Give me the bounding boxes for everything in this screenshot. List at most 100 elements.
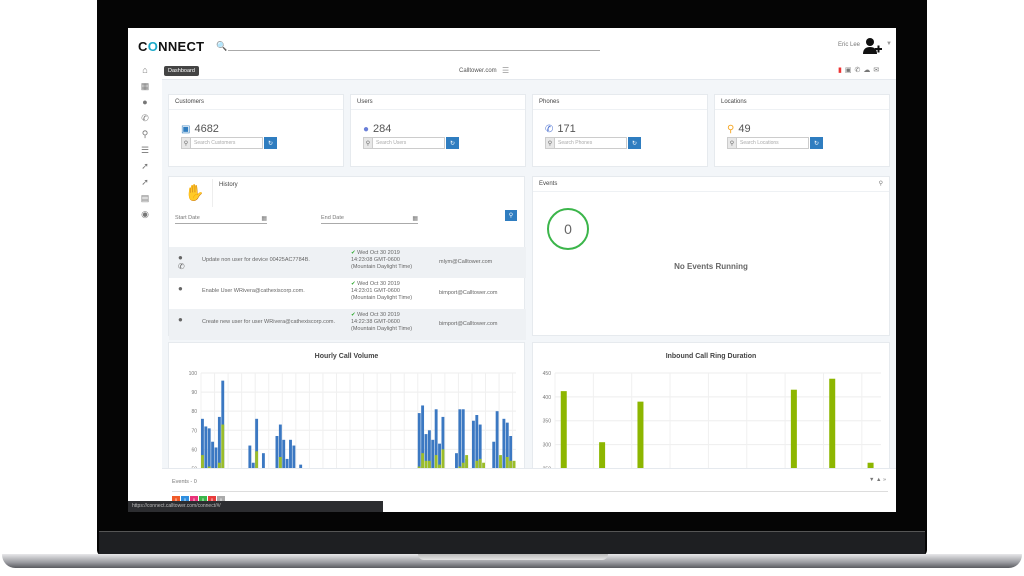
inbox-icon: ▣	[181, 123, 191, 135]
sidebar: ⌂ ▦ ● ✆ ⚲ ☰ ➚ ➚ ▤ ◉	[128, 62, 162, 512]
pin-icon[interactable]: ⚲	[879, 180, 883, 187]
locations-count: ⚲ 49	[727, 123, 751, 135]
history-user: mlym@Calltower.com	[439, 259, 493, 265]
bar	[829, 378, 836, 478]
footer-controls: ▼ ▲ »	[869, 477, 886, 483]
search-customers-input[interactable]: Search Customers	[191, 137, 263, 149]
bar	[637, 401, 644, 478]
logo[interactable]: CONNECT	[138, 39, 204, 54]
history-desc: Create new user for user WRivera@cathexi…	[202, 319, 336, 325]
count-value: 4682	[194, 123, 219, 135]
y-tick-label: 90	[191, 390, 197, 396]
search-customers: ⚲ Search Customers ↻	[181, 137, 277, 149]
search-phones-input[interactable]: Search Phones	[555, 137, 627, 149]
user-phone-icon: ● ✆	[178, 253, 185, 271]
y-tick-label: 300	[543, 443, 552, 449]
time-zone: (Mountain Daylight Time)	[351, 326, 413, 332]
download-icon[interactable]: ▲	[876, 477, 881, 483]
browser-status-url: https://connect.calltower.com/connect/#/	[128, 501, 383, 512]
y-tick-label: 400	[543, 395, 552, 401]
hourly-call-volume-card: Hourly Call Volume 5060708090100	[168, 342, 525, 482]
logo-c: C	[138, 39, 148, 54]
y-tick-label: 60	[191, 447, 197, 453]
home-icon[interactable]: ⌂	[128, 62, 162, 78]
expand-icon[interactable]: »	[883, 477, 886, 483]
user-icon: ●	[178, 284, 183, 293]
search-icon: ⚲	[181, 137, 191, 149]
time-clock: 14:23:01 GMT-0600	[351, 288, 400, 294]
search-locations-input[interactable]: Search Locations	[737, 137, 809, 149]
user-add-icon[interactable]	[862, 36, 882, 56]
phone-icon[interactable]: ✆	[128, 110, 162, 126]
building-icon[interactable]: ▦	[128, 78, 162, 94]
users-icon[interactable]: ●	[128, 94, 162, 110]
time-clock: 14:23:08 GMT-0600	[351, 257, 400, 263]
history-row: ● ✆ Update non user for device 00425AC778…	[169, 247, 526, 278]
y-tick-label: 100	[189, 371, 198, 377]
search-button[interactable]: ↻	[810, 137, 823, 149]
history-card: ✋ History Start Date ▦ End Date ▦ ⚲ ● ✆ Upd…	[168, 176, 526, 340]
card-title: Events	[533, 177, 889, 192]
chevron-down-icon[interactable]: ▼	[869, 477, 874, 483]
start-date-field[interactable]: Start Date ▦	[175, 215, 267, 224]
search-phones: ⚲ Search Phones ↻	[545, 137, 641, 149]
location-icon[interactable]: ⚲	[128, 126, 162, 142]
search-button[interactable]: ↻	[446, 137, 459, 149]
time-date: Wed Oct 30 2019	[357, 250, 400, 256]
time-date: Wed Oct 30 2019	[357, 281, 400, 287]
mail-icon[interactable]: ✉	[873, 66, 879, 74]
hourly-call-volume-chart: 5060708090100	[189, 371, 516, 478]
search-users-input[interactable]: Search Users	[373, 137, 445, 149]
count-value: 49	[738, 123, 751, 135]
phones-card: Phones ✆ 171 ⚲ Search Phones ↻	[532, 94, 708, 167]
brush-icon[interactable]: ➚	[128, 174, 162, 190]
search-button[interactable]: ↻	[264, 137, 277, 149]
user-name[interactable]: Eric Lee	[838, 42, 860, 48]
toolbar-icons: ▮ ▣ ✆ ☁ ✉	[838, 66, 879, 74]
cloud-icon[interactable]: ☁	[863, 66, 870, 74]
history-title: History	[219, 182, 238, 188]
sub-bar: Calltower.com ☰ ▮ ▣ ✆ ☁ ✉	[162, 62, 896, 80]
divider	[172, 491, 888, 492]
y-tick-label: 80	[191, 409, 197, 415]
time-clock: 14:22:38 GMT-0600	[351, 319, 400, 325]
search-icon: ⚲	[545, 137, 555, 149]
customers-count: ▣ 4682	[181, 123, 219, 135]
time-zone: (Mountain Daylight Time)	[351, 295, 413, 301]
chart-title: Inbound Call Ring Duration	[665, 353, 757, 360]
table-icon[interactable]: ▤	[128, 190, 162, 206]
card-title: Locations	[715, 95, 889, 110]
wrench-icon[interactable]: ➚	[128, 158, 162, 174]
search-button[interactable]: ↻	[628, 137, 641, 149]
list-icon[interactable]: ☰	[128, 142, 162, 158]
end-date-field[interactable]: End Date ▦	[321, 215, 418, 224]
users-count: ● 284	[363, 123, 391, 135]
card-title: Customers	[169, 95, 343, 110]
history-row: ● Enable User WRivera@cathexiscorp.com. …	[169, 278, 526, 309]
chart-title: Hourly Call Volume	[314, 353, 379, 360]
start-date-label: Start Date	[175, 215, 200, 221]
domain-label: Calltower.com	[459, 68, 497, 74]
search-icon[interactable]: 🔍	[216, 41, 227, 52]
time-date: Wed Oct 30 2019	[357, 312, 400, 318]
top-bar: CONNECT 🔍 Eric Lee ▼	[128, 28, 896, 62]
chevron-down-icon[interactable]: ▼	[886, 41, 892, 47]
bookmark-icon[interactable]: ▮	[838, 66, 842, 74]
users-card: Users ● 284 ⚲ Search Users ↻	[350, 94, 526, 167]
calendar-icon[interactable]: ▦	[261, 215, 267, 222]
check-icon: ✔	[351, 250, 356, 256]
global-search-input[interactable]	[228, 50, 600, 51]
document-icon[interactable]: ▣	[845, 66, 852, 74]
ring-duration-chart: 250300350400450	[543, 371, 881, 478]
phone-check-icon[interactable]: ✆	[854, 66, 860, 74]
history-search-button[interactable]: ⚲	[505, 210, 517, 221]
phones-count: ✆ 171	[545, 123, 576, 135]
menu-icon[interactable]: ☰	[502, 66, 509, 75]
calendar-icon[interactable]: ▦	[412, 215, 418, 222]
history-time: ✔ Wed Oct 30 2019 14:22:38 GMT-0600 (Mount…	[351, 312, 412, 333]
bar	[790, 389, 797, 478]
circle-icon[interactable]: ◉	[128, 206, 162, 222]
history-user: bimport@Calltower.com	[439, 321, 498, 327]
search-icon: ⚲	[727, 137, 737, 149]
ring-duration-card: Inbound Call Ring Duration 2503003504004…	[532, 342, 890, 482]
